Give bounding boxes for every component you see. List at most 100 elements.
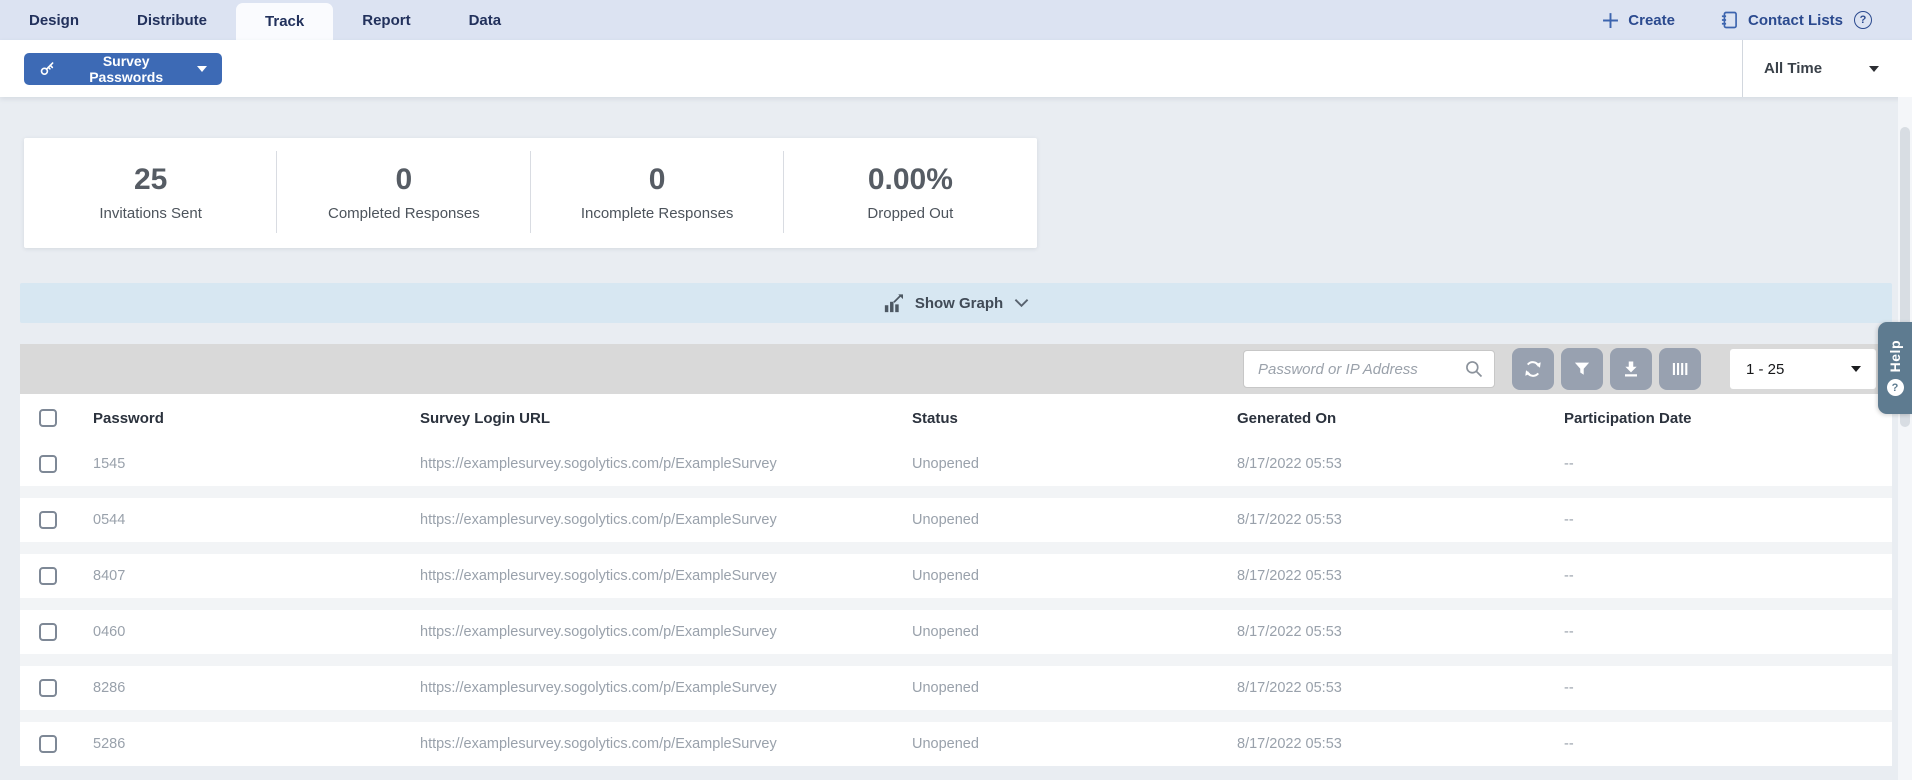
- cell-generated-on: 8/17/2022 05:53: [1231, 456, 1559, 472]
- cell-status: Unopened: [900, 736, 1231, 752]
- tab-distribute[interactable]: Distribute: [108, 0, 236, 40]
- contact-lists-button[interactable]: Contact Lists ?: [1719, 10, 1872, 30]
- stat-dropped-out: 0.00% Dropped Out: [784, 138, 1037, 248]
- time-filter-dropdown[interactable]: All Time: [1742, 40, 1897, 97]
- stat-label: Dropped Out: [867, 205, 953, 222]
- table-row: 0544 https://examplesurvey.sogolytics.co…: [20, 498, 1892, 542]
- cell-participation-date: --: [1559, 680, 1892, 696]
- pagination-range-value: 1 - 25: [1746, 361, 1784, 378]
- cell-status: Unopened: [900, 568, 1231, 584]
- cell-survey-login-url: https://examplesurvey.sogolytics.com/p/E…: [420, 736, 900, 752]
- topnav-actions: Create Contact Lists ?: [1602, 0, 1912, 40]
- help-tab-label: Help: [1887, 340, 1903, 372]
- table-body: 1545 https://examplesurvey.sogolytics.co…: [20, 442, 1892, 766]
- cell-survey-login-url: https://examplesurvey.sogolytics.com/p/E…: [420, 456, 900, 472]
- chevron-down-icon: [1869, 66, 1879, 72]
- help-circle-icon[interactable]: ?: [1854, 11, 1872, 29]
- vertical-scrollbar: [1898, 97, 1912, 780]
- tab-design[interactable]: Design: [0, 0, 108, 40]
- sub-header: Survey Passwords All Time: [0, 40, 1912, 97]
- cell-survey-login-url: https://examplesurvey.sogolytics.com/p/E…: [420, 568, 900, 584]
- tab-report[interactable]: Report: [333, 0, 439, 40]
- stat-label: Invitations Sent: [99, 205, 202, 222]
- cell-status: Unopened: [900, 456, 1231, 472]
- stat-label: Completed Responses: [328, 205, 480, 222]
- row-checkbox[interactable]: [39, 623, 57, 641]
- cell-participation-date: --: [1559, 456, 1892, 472]
- cell-generated-on: 8/17/2022 05:53: [1231, 680, 1559, 696]
- refresh-icon: [1522, 358, 1544, 380]
- row-checkbox[interactable]: [39, 567, 57, 585]
- row-checkbox[interactable]: [39, 511, 57, 529]
- stat-value: 25: [134, 165, 167, 195]
- column-header-survey-login-url: Survey Login URL: [420, 410, 900, 427]
- cell-survey-login-url: https://examplesurvey.sogolytics.com/p/E…: [420, 680, 900, 696]
- stat-incomplete-responses: 0 Incomplete Responses: [531, 138, 784, 248]
- columns-icon: [1671, 360, 1689, 378]
- cell-generated-on: 8/17/2022 05:53: [1231, 512, 1559, 528]
- table-header-row: Password Survey Login URL Status Generat…: [20, 394, 1892, 442]
- cell-password: 1545: [76, 456, 420, 472]
- help-tab[interactable]: Help ?: [1878, 322, 1912, 414]
- create-label: Create: [1628, 12, 1675, 29]
- chevron-down-icon: [1014, 298, 1029, 308]
- cell-generated-on: 8/17/2022 05:53: [1231, 624, 1559, 640]
- stat-completed-responses: 0 Completed Responses: [277, 138, 530, 248]
- table-row: 0460 https://examplesurvey.sogolytics.co…: [20, 610, 1892, 654]
- refresh-button[interactable]: [1512, 348, 1554, 390]
- chevron-down-icon: [1851, 366, 1861, 372]
- stat-value: 0: [396, 165, 413, 195]
- table-toolbar: 1 - 25: [20, 344, 1892, 394]
- pagination-range-dropdown[interactable]: 1 - 25: [1730, 349, 1876, 389]
- search-input[interactable]: [1243, 350, 1495, 388]
- cell-survey-login-url: https://examplesurvey.sogolytics.com/p/E…: [420, 624, 900, 640]
- download-icon: [1622, 359, 1640, 379]
- key-icon: [39, 60, 55, 77]
- show-graph-label: Show Graph: [915, 295, 1003, 312]
- select-all-checkbox[interactable]: [39, 409, 57, 427]
- search-icon: [1464, 359, 1484, 379]
- survey-passwords-label: Survey Passwords: [66, 53, 186, 85]
- table-row: 1545 https://examplesurvey.sogolytics.co…: [20, 442, 1892, 486]
- cell-survey-login-url: https://examplesurvey.sogolytics.com/p/E…: [420, 512, 900, 528]
- tab-track[interactable]: Track: [236, 3, 333, 40]
- help-question-icon: ?: [1887, 379, 1904, 396]
- filter-icon: [1573, 360, 1591, 378]
- create-button[interactable]: Create: [1602, 12, 1675, 29]
- filter-button[interactable]: [1561, 348, 1603, 390]
- top-navigation: Design Distribute Track Report Data Crea…: [0, 0, 1912, 40]
- bar-chart-icon: [883, 294, 904, 313]
- main-content: 25 Invitations Sent 0 Completed Response…: [0, 138, 1912, 766]
- cell-generated-on: 8/17/2022 05:53: [1231, 568, 1559, 584]
- row-checkbox[interactable]: [39, 735, 57, 753]
- stat-value: 0.00%: [868, 165, 953, 195]
- app-root: Design Distribute Track Report Data Crea…: [0, 0, 1912, 766]
- stat-invitations-sent: 25 Invitations Sent: [24, 138, 277, 248]
- tab-data[interactable]: Data: [440, 0, 531, 40]
- stats-summary-card: 25 Invitations Sent 0 Completed Response…: [24, 138, 1037, 248]
- table-row: 5286 https://examplesurvey.sogolytics.co…: [20, 722, 1892, 766]
- row-checkbox[interactable]: [39, 679, 57, 697]
- chevron-down-icon: [197, 66, 207, 72]
- cell-generated-on: 8/17/2022 05:53: [1231, 736, 1559, 752]
- survey-passwords-dropdown[interactable]: Survey Passwords: [24, 53, 222, 85]
- notebook-icon: [1719, 10, 1739, 30]
- cell-password: 0460: [76, 624, 420, 640]
- passwords-table: Password Survey Login URL Status Generat…: [20, 394, 1892, 766]
- column-header-password: Password: [76, 410, 420, 427]
- show-graph-toggle[interactable]: Show Graph: [20, 283, 1892, 323]
- column-header-generated-on: Generated On: [1231, 410, 1559, 427]
- cell-participation-date: --: [1559, 512, 1892, 528]
- plus-icon: [1602, 12, 1619, 29]
- module-tabs: Design Distribute Track Report Data: [0, 0, 530, 40]
- cell-status: Unopened: [900, 680, 1231, 696]
- row-checkbox[interactable]: [39, 455, 57, 473]
- table-row: 8286 https://examplesurvey.sogolytics.co…: [20, 666, 1892, 710]
- download-button[interactable]: [1610, 348, 1652, 390]
- cell-status: Unopened: [900, 624, 1231, 640]
- columns-button[interactable]: [1659, 348, 1701, 390]
- column-header-participation-date: Participation Date: [1559, 410, 1892, 427]
- stat-value: 0: [649, 165, 666, 195]
- column-header-status: Status: [900, 410, 1231, 427]
- cell-password: 0544: [76, 512, 420, 528]
